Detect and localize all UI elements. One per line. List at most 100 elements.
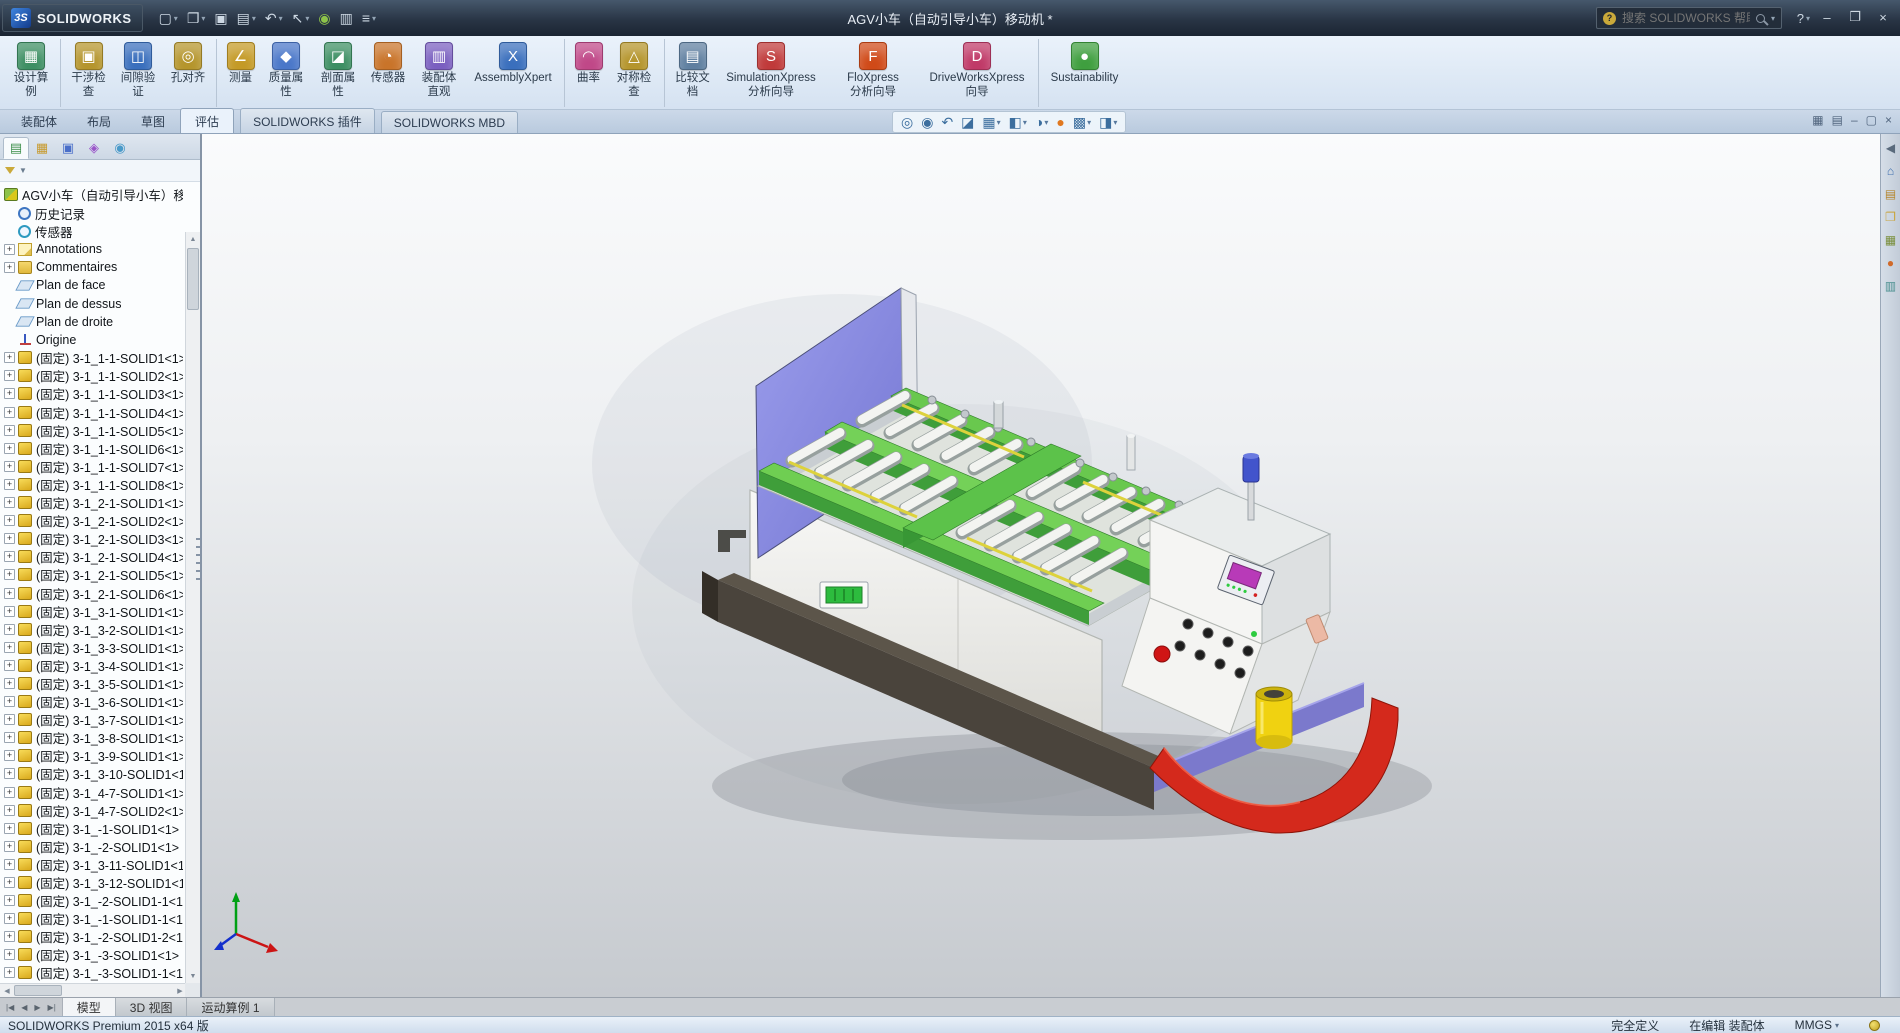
custom-properties-icon[interactable]: ▥ [1885, 280, 1896, 292]
hide-show-items-button[interactable]: ◑ ▾ [1031, 114, 1052, 130]
first-tab-button[interactable]: |◀ [3, 1003, 17, 1012]
cascade-windows-button[interactable]: ▦ [1812, 113, 1823, 127]
expand-toggle[interactable]: + [4, 787, 15, 798]
save-button[interactable]: ▣ ▾ [210, 6, 231, 30]
tree-item[interactable]: Plan de droite [4, 313, 183, 331]
emergency-stop-button[interactable] [1154, 646, 1170, 662]
tree-item[interactable]: + (固定) 3-1_3-4-SOLID1<1> [4, 656, 183, 674]
scrollbar-thumb[interactable] [187, 248, 199, 310]
tree-item[interactable]: + (固定) 3-1_3-2-SOLID1<1> [4, 620, 183, 638]
tree-item[interactable]: + (固定) 3-1_-3-SOLID1-1<1> [4, 964, 183, 982]
zoom-fit-button[interactable]: ◎ ▾ [897, 114, 917, 131]
scrollbar-thumb[interactable] [14, 985, 62, 996]
section-view-button[interactable]: ◪ ▾ [957, 114, 978, 131]
edit-appearance-button[interactable]: ● ▾ [1052, 114, 1068, 130]
tree-item[interactable]: + (固定) 3-1_2-1-SOLID4<1> [4, 548, 183, 566]
scroll-down-arrow[interactable]: ▼ [186, 969, 200, 983]
tab-layout[interactable]: 布局 [72, 108, 126, 133]
display-style-button[interactable]: ◧ ▾ [1005, 114, 1031, 131]
design-library-icon[interactable]: ▤ [1885, 188, 1896, 200]
scroll-up-arrow[interactable]: ▲ [186, 232, 200, 246]
tree-root-item[interactable]: AGV小车（自动引导小车）移动机 [4, 185, 183, 204]
tree-item[interactable]: + (固定) 3-1_-3-SOLID1<1> [4, 946, 183, 964]
tree-item[interactable]: + (固定) 3-1_3-12-SOLID1<1> [4, 873, 183, 891]
view-orientation-button[interactable]: ▦ ▾ [978, 114, 1004, 131]
tree-item[interactable]: + (固定) 3-1_4-7-SOLID2<1> [4, 801, 183, 819]
tree-item[interactable]: Plan de dessus [4, 294, 183, 312]
simulationxpress-button[interactable]: S SimulationXpress 分析向导 [716, 39, 826, 107]
expand-toggle[interactable]: + [4, 967, 15, 978]
tree-item[interactable]: + (固定) 3-1_1-1-SOLID4<1> [4, 403, 183, 421]
expand-toggle[interactable]: + [4, 244, 15, 255]
tree-item[interactable]: + (固定) 3-1_-2-SOLID1-1<1> [4, 892, 183, 910]
chevron-down-icon[interactable]: ▾ [1771, 14, 1775, 23]
tree-item[interactable]: + (固定) 3-1_-2-SOLID1<1> [4, 837, 183, 855]
mass-properties-button[interactable]: ◆ 质量属 性 [260, 39, 312, 107]
tree-item[interactable]: + (固定) 3-1_2-1-SOLID1<1> [4, 494, 183, 512]
tree-item[interactable]: + (固定) 3-1_3-1-SOLID1<1> [4, 602, 183, 620]
apply-scene-button[interactable]: ▩ ▾ [1069, 114, 1095, 131]
tree-item[interactable]: + (固定) 3-1_1-1-SOLID7<1> [4, 457, 183, 475]
graphics-viewport[interactable] [202, 134, 1880, 997]
tab-solidworks-addins[interactable]: SOLIDWORKS 插件 [240, 108, 375, 133]
section-properties-button[interactable]: ◪ 剖面属 性 [312, 39, 364, 107]
scroll-left-arrow[interactable]: ◀ [0, 984, 14, 997]
print-button[interactable]: ▤ ▾ [233, 6, 260, 30]
expand-toggle[interactable]: + [4, 515, 15, 526]
motion-study-tab[interactable]: 运动算例 1 [187, 998, 274, 1016]
view-palette-icon[interactable]: ▦ [1885, 234, 1896, 246]
tree-item[interactable]: + (固定) 3-1_3-10-SOLID1<1> [4, 765, 183, 783]
tree-item[interactable]: + (固定) 3-1_3-8-SOLID1<1> [4, 729, 183, 747]
expand-toggle[interactable]: + [4, 588, 15, 599]
curvature-button[interactable]: ◠ 曲率 [564, 39, 608, 107]
units-selector[interactable]: MMGS ▾ [1795, 1018, 1839, 1032]
expand-toggle[interactable]: + [4, 352, 15, 363]
file-properties-button[interactable]: ▥ ▾ [336, 6, 357, 30]
expand-toggle[interactable]: + [4, 461, 15, 472]
tree-item[interactable]: 传感器 [4, 222, 183, 240]
last-tab-button[interactable]: ▶| [45, 1003, 59, 1012]
options-button[interactable]: ≡ ▾ [358, 6, 380, 30]
expand-toggle[interactable]: + [4, 805, 15, 816]
tab-solidworks-mbd[interactable]: SOLIDWORKS MBD [381, 111, 518, 133]
design-study-button[interactable]: ▦ 设计算 例 [6, 39, 56, 107]
expand-toggle[interactable]: + [4, 443, 15, 454]
floxpress-button[interactable]: F FloXpress 分析向导 [826, 39, 920, 107]
tile-windows-button[interactable]: ▤ [1832, 113, 1843, 127]
tree-item[interactable]: + (固定) 3-1_3-7-SOLID1<1> [4, 711, 183, 729]
tree-item[interactable]: + (固定) 3-1_2-1-SOLID3<1> [4, 530, 183, 548]
tree-horizontal-scrollbar[interactable]: ◀ ▶ [0, 983, 187, 997]
tree-vertical-scrollbar[interactable]: ▲ ▼ [185, 232, 200, 983]
3d-views-tab[interactable]: 3D 视图 [116, 998, 188, 1016]
tree-item[interactable]: + (固定) 3-1_1-1-SOLID1<1> [4, 349, 183, 367]
appearances-icon[interactable]: ● [1887, 257, 1894, 269]
expand-toggle[interactable]: + [4, 750, 15, 761]
tree-item[interactable]: + (固定) 3-1_2-1-SOLID6<1> [4, 584, 183, 602]
expand-toggle[interactable]: + [4, 407, 15, 418]
hole-alignment-button[interactable]: ◎ 孔对齐 [164, 39, 212, 107]
tree-item[interactable]: + (固定) 3-1_1-1-SOLID8<1> [4, 475, 183, 493]
tree-item[interactable]: + (固定) 3-1_-2-SOLID1-2<1> [4, 928, 183, 946]
tree-item[interactable]: + (固定) 3-1_3-5-SOLID1<1> [4, 674, 183, 692]
assembly-visualization-button[interactable]: ▥ 装配体 直观 [412, 39, 466, 107]
help-search-box[interactable]: ? ▾ [1596, 7, 1782, 29]
expand-toggle[interactable]: + [4, 859, 15, 870]
tree-item[interactable]: + (固定) 3-1_4-7-SOLID1<1> [4, 783, 183, 801]
expand-toggle[interactable]: + [4, 678, 15, 689]
expand-toggle[interactable]: + [4, 696, 15, 707]
expand-toggle[interactable]: + [4, 388, 15, 399]
filter-funnel-icon[interactable] [5, 167, 15, 174]
expand-toggle[interactable]: + [4, 895, 15, 906]
interference-detection-button[interactable]: ▣ 干涉检 查 [60, 39, 112, 107]
close-document-button[interactable]: × [1885, 113, 1892, 127]
expand-toggle[interactable]: + [4, 660, 15, 671]
expand-toggle[interactable]: + [4, 913, 15, 924]
undo-button[interactable]: ↶ ▾ [261, 6, 287, 30]
tab-evaluate[interactable]: 评估 [180, 108, 234, 133]
file-explorer-icon[interactable]: ❐ [1885, 211, 1896, 223]
symmetry-check-button[interactable]: △ 对称检 查 [608, 39, 660, 107]
open-document-button[interactable]: ❐ ▾ [183, 6, 210, 30]
tree-item[interactable]: + (固定) 3-1_3-9-SOLID1<1> [4, 747, 183, 765]
expand-toggle[interactable]: + [4, 497, 15, 508]
sustainability-button[interactable]: ● Sustainability [1038, 39, 1126, 107]
